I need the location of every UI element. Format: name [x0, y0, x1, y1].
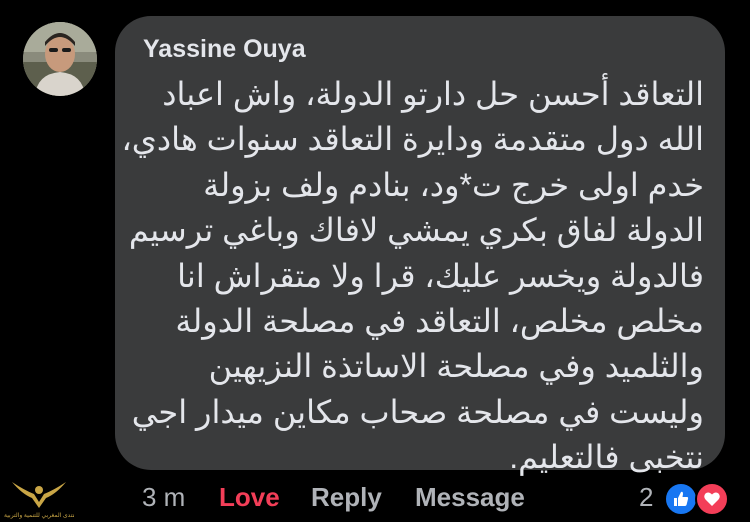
- reaction-count[interactable]: 2: [639, 482, 653, 513]
- profile-photo: [23, 22, 97, 96]
- like-icon[interactable]: [664, 482, 698, 516]
- avatar[interactable]: [23, 22, 97, 96]
- comment-line: الدولة لفاق بكري يمشي لافاك وباغي ترسيم: [128, 212, 704, 249]
- love-button[interactable]: Love: [219, 482, 280, 513]
- comment-line: والثلميد وفي مصلحة الاساتذة النزيهين: [208, 348, 704, 385]
- comment-line: خدم اولى خرج ت*ود، بنادم ولف بزولة: [203, 166, 704, 203]
- watermark-logo: المنتدى المغربي للتنمية والتربية: [4, 472, 74, 522]
- comment-line: فالدولة ويخسر عليك، قرا ولا متقراش انا: [177, 257, 704, 294]
- comment-line: وليست في مصلحة صحاب مكاين ميدار اجي: [131, 393, 704, 430]
- comment-screen: Yassine Ouya التعاقد أحسن حل دارتو الدول…: [0, 0, 750, 522]
- comment-actions: 3 m Love Reply Message 2: [0, 478, 750, 518]
- comment-timestamp[interactable]: 3 m: [142, 482, 185, 513]
- reply-button[interactable]: Reply: [311, 482, 382, 513]
- comment-line: الله دول متقدمة ودايرة التعاقد سنوات هاد…: [121, 121, 704, 158]
- message-button[interactable]: Message: [415, 482, 525, 513]
- heart-icon[interactable]: [695, 482, 729, 516]
- comment-line: التعاقد أحسن حل دارتو الدولة، واش اعباد: [162, 76, 704, 112]
- eagle-logo-icon: [12, 482, 66, 508]
- comment-text: التعاقد أحسن حل دارتو الدولة، واش اعباد …: [121, 72, 704, 481]
- comment-line: مخلص مخلص، التعاقد في مصلحة الدولة: [175, 303, 704, 340]
- comment-line: نتخبى فالتعليم.: [509, 439, 704, 476]
- watermark-text: المنتدى المغربي للتنمية والتربية: [4, 513, 74, 519]
- comment-author[interactable]: Yassine Ouya: [143, 35, 306, 64]
